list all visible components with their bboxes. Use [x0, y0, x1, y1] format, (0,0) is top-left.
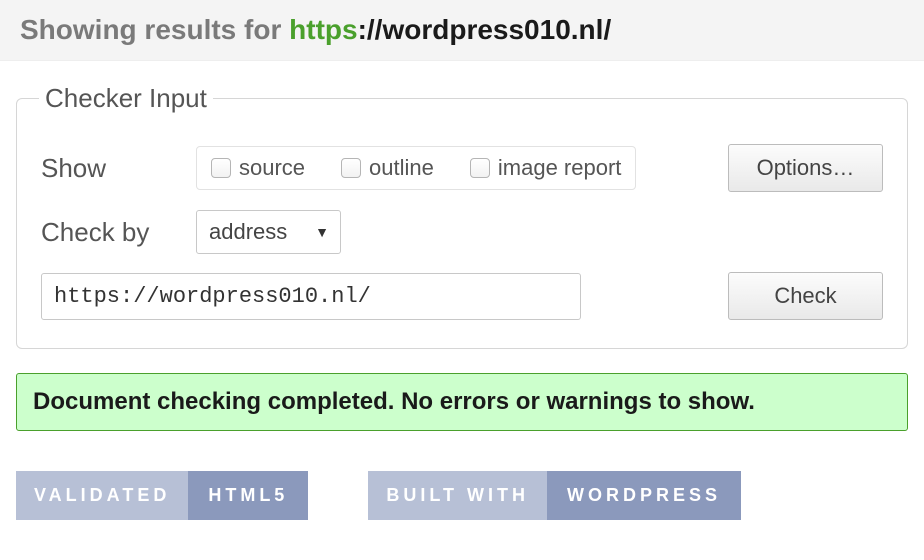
heading-scheme: https [289, 14, 357, 45]
checkbox-outline-label: outline [369, 155, 434, 181]
checkby-select-wrap: address ▼ [196, 210, 341, 254]
checkby-select[interactable]: address [196, 210, 341, 254]
results-heading: Showing results for https://wordpress010… [20, 14, 611, 45]
checkbox-image-report[interactable] [470, 158, 490, 178]
badge-validated: VALIDATED HTML5 [16, 471, 308, 520]
badge-validated-left: VALIDATED [16, 471, 188, 520]
url-row: Check [41, 272, 883, 320]
checker-legend: Checker Input [39, 83, 213, 114]
badge-builtwith-left: BUILT WITH [368, 471, 547, 520]
badges-row: VALIDATED HTML5 BUILT WITH WORDPRESS [16, 471, 908, 520]
checkbox-outline[interactable] [341, 158, 361, 178]
show-label: Show [41, 153, 196, 184]
checkby-label: Check by [41, 217, 196, 248]
url-input[interactable] [41, 273, 581, 320]
heading-prefix: Showing results for [20, 14, 289, 45]
options-button[interactable]: Options… [728, 144, 883, 192]
results-header: Showing results for https://wordpress010… [0, 0, 924, 61]
checker-input-panel: Checker Input Show source outline image … [16, 83, 908, 349]
check-button[interactable]: Check [728, 272, 883, 320]
checkbox-source-item: source [211, 155, 305, 181]
show-options-group: source outline image report [196, 146, 636, 190]
checkbox-source[interactable] [211, 158, 231, 178]
result-message: Document checking completed. No errors o… [33, 388, 755, 415]
show-row: Show source outline image report Options… [41, 144, 883, 192]
heading-url-rest: ://wordpress010.nl/ [358, 14, 612, 45]
badge-builtwith-right: WORDPRESS [547, 471, 741, 520]
badge-validated-right: HTML5 [188, 471, 308, 520]
checkby-row: Check by address ▼ [41, 210, 883, 254]
result-banner: Document checking completed. No errors o… [16, 373, 908, 431]
checkbox-outline-item: outline [341, 155, 434, 181]
checker-fieldset: Checker Input Show source outline image … [16, 83, 908, 349]
checkbox-image-report-label: image report [498, 155, 622, 181]
checkbox-source-label: source [239, 155, 305, 181]
checkbox-image-report-item: image report [470, 155, 622, 181]
badge-builtwith: BUILT WITH WORDPRESS [368, 471, 741, 520]
